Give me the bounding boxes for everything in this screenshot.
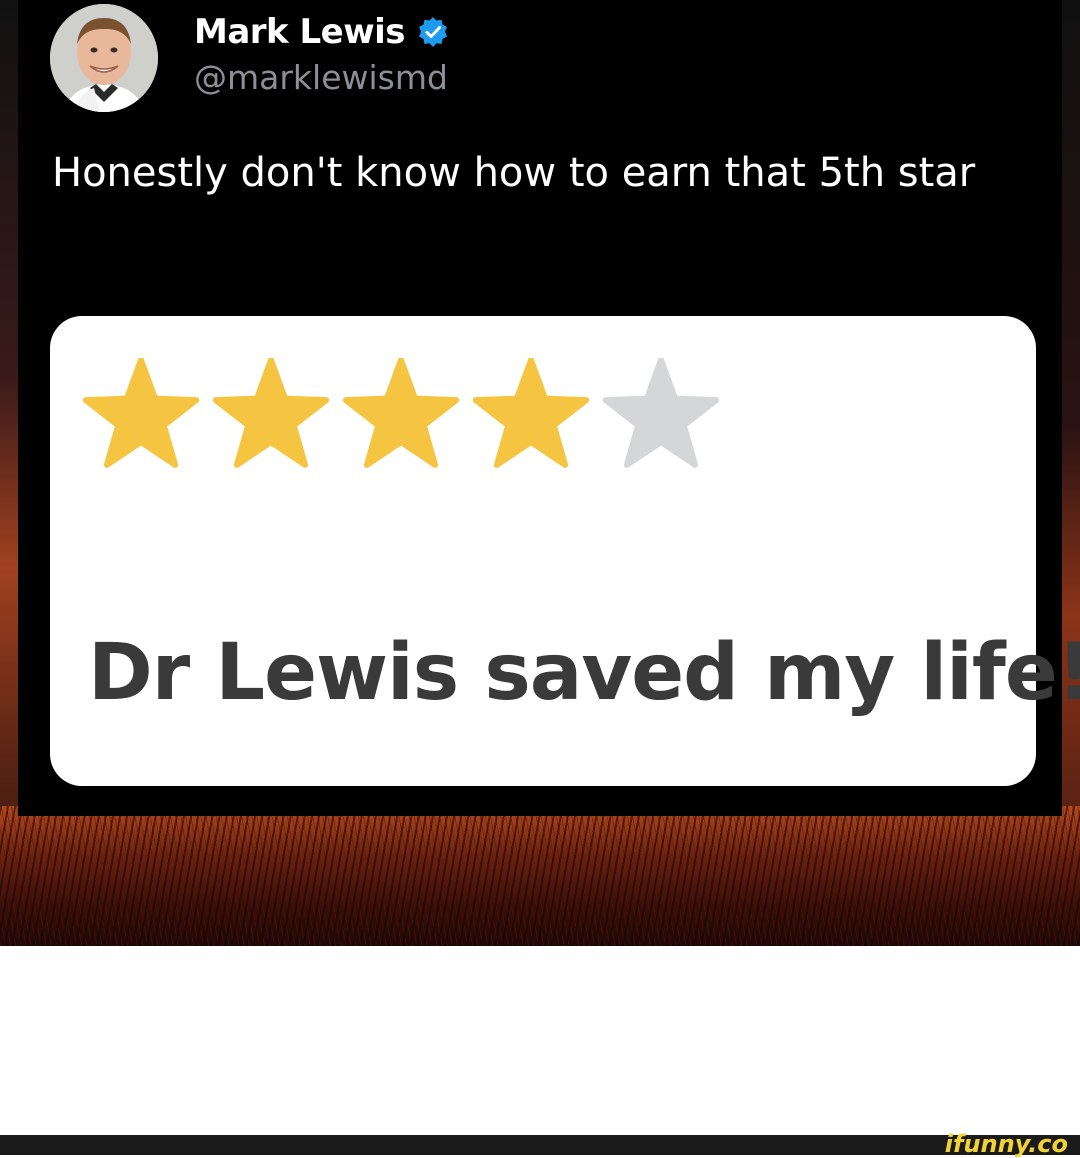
star-empty-icon [602,358,720,468]
tweet-text: Honestly don't know how to earn that 5th… [52,150,976,196]
star-filled-icon [472,358,590,468]
svg-text:ifunny.co: ifunny.co [945,1130,1068,1158]
star-filled-icon [212,358,330,468]
star-rating [78,358,724,474]
author-row: Mark Lewis [194,10,449,54]
review-text: Dr Lewis saved my life! [88,628,1080,718]
verified-badge-icon [417,16,449,48]
author-name[interactable]: Mark Lewis [194,12,406,52]
grass-field [0,806,1080,946]
ifunny-watermark-logo: ifunny.co [945,1130,1068,1158]
background-left-strip [0,0,18,946]
star-filled-icon [342,358,460,468]
footer-bar [0,1135,1080,1155]
avatar-photo [50,4,158,112]
author-handle[interactable]: @marklewismd [194,58,448,97]
avatar[interactable] [50,4,158,112]
background-right-strip [1062,0,1080,946]
star-filled-icon [82,358,200,468]
